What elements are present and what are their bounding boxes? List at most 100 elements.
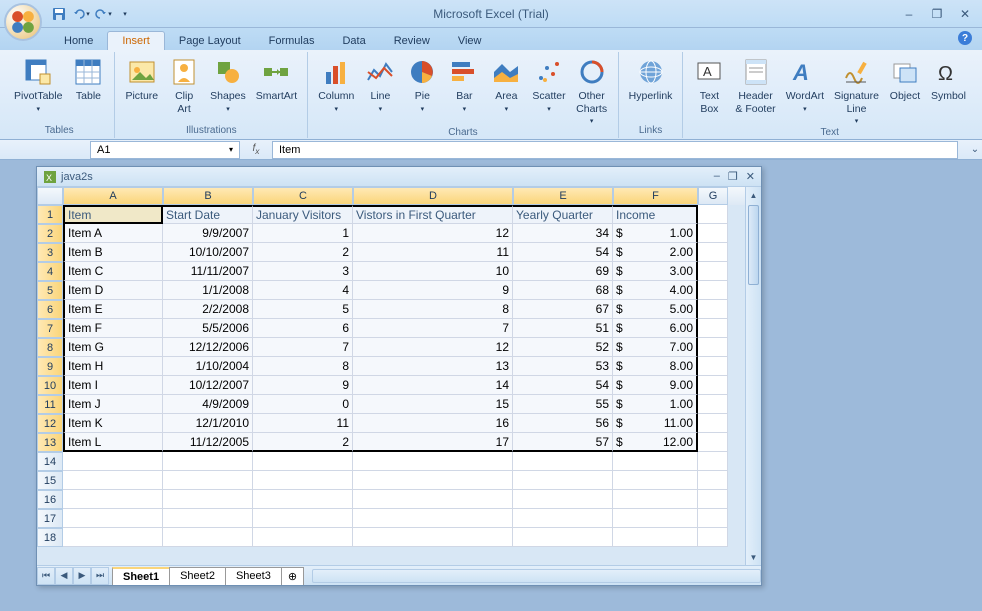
undo-button[interactable]: ▾	[72, 5, 90, 23]
cell-B14[interactable]	[163, 452, 253, 471]
cell-C16[interactable]	[253, 490, 353, 509]
cell-F14[interactable]	[613, 452, 698, 471]
cell-E7[interactable]: 51	[513, 319, 613, 338]
cell-A16[interactable]	[63, 490, 163, 509]
signature-button[interactable]: Signature Line▾	[830, 54, 883, 127]
cell-D4[interactable]: 10	[353, 262, 513, 281]
cell-A11[interactable]: Item J	[63, 395, 163, 414]
cell-C7[interactable]: 6	[253, 319, 353, 338]
cell-D17[interactable]	[353, 509, 513, 528]
pivottable-button[interactable]: PivotTable ▾	[10, 54, 66, 115]
column-header-C[interactable]: C	[253, 187, 353, 205]
cell-E12[interactable]: 56	[513, 414, 613, 433]
column-header-A[interactable]: A	[63, 187, 163, 205]
cell-F13[interactable]: $12.00	[613, 433, 698, 452]
redo-button[interactable]: ▾	[94, 5, 112, 23]
scroll-up-icon[interactable]: ▲	[746, 187, 761, 203]
cell-D14[interactable]	[353, 452, 513, 471]
sheet-last[interactable]: ⏭	[91, 567, 109, 585]
sheet-prev[interactable]: ◀	[55, 567, 73, 585]
cell-D3[interactable]: 11	[353, 243, 513, 262]
cell-C2[interactable]: 1	[253, 224, 353, 243]
cell-G18[interactable]	[698, 528, 728, 547]
cell-B13[interactable]: 11/12/2005	[163, 433, 253, 452]
cell-A6[interactable]: Item E	[63, 300, 163, 319]
tab-review[interactable]: Review	[380, 32, 444, 50]
close-button[interactable]: ✕	[956, 7, 974, 21]
save-button[interactable]	[50, 5, 68, 23]
column-header-D[interactable]: D	[353, 187, 513, 205]
picture-button[interactable]: Picture	[121, 54, 162, 105]
minimize-button[interactable]: –	[900, 7, 918, 21]
cell-E6[interactable]: 67	[513, 300, 613, 319]
fx-button[interactable]: fx	[244, 141, 268, 159]
object-button[interactable]: Object	[885, 54, 925, 105]
select-all-corner[interactable]	[37, 187, 63, 205]
row-header-5[interactable]: 5	[37, 281, 63, 300]
row-header-6[interactable]: 6	[37, 300, 63, 319]
row-header-3[interactable]: 3	[37, 243, 63, 262]
cell-B9[interactable]: 1/10/2004	[163, 357, 253, 376]
cell-C9[interactable]: 8	[253, 357, 353, 376]
cell-B16[interactable]	[163, 490, 253, 509]
bar-chart-button[interactable]: Bar▾	[444, 54, 484, 115]
cell-G17[interactable]	[698, 509, 728, 528]
cell-D6[interactable]: 8	[353, 300, 513, 319]
column-header-F[interactable]: F	[613, 187, 698, 205]
scroll-thumb[interactable]	[748, 205, 759, 285]
column-header-G[interactable]: G	[698, 187, 728, 205]
cell-E8[interactable]: 52	[513, 338, 613, 357]
cell-E13[interactable]: 57	[513, 433, 613, 452]
cell-G5[interactable]	[698, 281, 728, 300]
row-header-13[interactable]: 13	[37, 433, 63, 452]
symbol-button[interactable]: ΩSymbol	[927, 54, 970, 105]
cell-E18[interactable]	[513, 528, 613, 547]
cell-G3[interactable]	[698, 243, 728, 262]
row-header-9[interactable]: 9	[37, 357, 63, 376]
cell-G10[interactable]	[698, 376, 728, 395]
pie-chart-button[interactable]: Pie▾	[402, 54, 442, 115]
tab-formulas[interactable]: Formulas	[255, 32, 329, 50]
cell-F3[interactable]: $2.00	[613, 243, 698, 262]
cell-E16[interactable]	[513, 490, 613, 509]
cell-A2[interactable]: Item A	[63, 224, 163, 243]
cell-D10[interactable]: 14	[353, 376, 513, 395]
sheet-first[interactable]: ⏮	[37, 567, 55, 585]
hyperlink-button[interactable]: Hyperlink	[625, 54, 677, 105]
cell-G2[interactable]	[698, 224, 728, 243]
cell-D5[interactable]: 9	[353, 281, 513, 300]
formula-input[interactable]: Item	[272, 141, 958, 159]
cell-B12[interactable]: 12/1/2010	[163, 414, 253, 433]
wb-minimize[interactable]: –	[714, 170, 720, 183]
formula-expand[interactable]: ⌄	[968, 144, 982, 155]
area-chart-button[interactable]: Area▾	[486, 54, 526, 115]
cell-G12[interactable]	[698, 414, 728, 433]
cell-G6[interactable]	[698, 300, 728, 319]
sheet-tab-sheet3[interactable]: Sheet3	[225, 567, 282, 585]
vertical-scrollbar[interactable]: ▲ ▼	[745, 187, 761, 565]
cell-B15[interactable]	[163, 471, 253, 490]
sheet-tab-sheet2[interactable]: Sheet2	[169, 567, 226, 585]
cell-C1[interactable]: January Visitors	[253, 205, 353, 224]
cell-A18[interactable]	[63, 528, 163, 547]
cell-C15[interactable]	[253, 471, 353, 490]
cell-F18[interactable]	[613, 528, 698, 547]
cell-D11[interactable]: 15	[353, 395, 513, 414]
cell-C10[interactable]: 9	[253, 376, 353, 395]
cell-F11[interactable]: $1.00	[613, 395, 698, 414]
tab-view[interactable]: View	[444, 32, 496, 50]
cell-A10[interactable]: Item I	[63, 376, 163, 395]
row-header-12[interactable]: 12	[37, 414, 63, 433]
cell-G9[interactable]	[698, 357, 728, 376]
office-button[interactable]	[4, 3, 42, 41]
cell-A13[interactable]: Item L	[63, 433, 163, 452]
cell-F4[interactable]: $3.00	[613, 262, 698, 281]
cell-B10[interactable]: 10/12/2007	[163, 376, 253, 395]
workbook-titlebar[interactable]: X java2s – ❐ ✕	[37, 167, 761, 187]
cell-A15[interactable]	[63, 471, 163, 490]
clipart-button[interactable]: Clip Art	[164, 54, 204, 117]
row-header-11[interactable]: 11	[37, 395, 63, 414]
tab-home[interactable]: Home	[50, 32, 107, 50]
cell-A9[interactable]: Item H	[63, 357, 163, 376]
wb-close[interactable]: ✕	[746, 170, 755, 183]
